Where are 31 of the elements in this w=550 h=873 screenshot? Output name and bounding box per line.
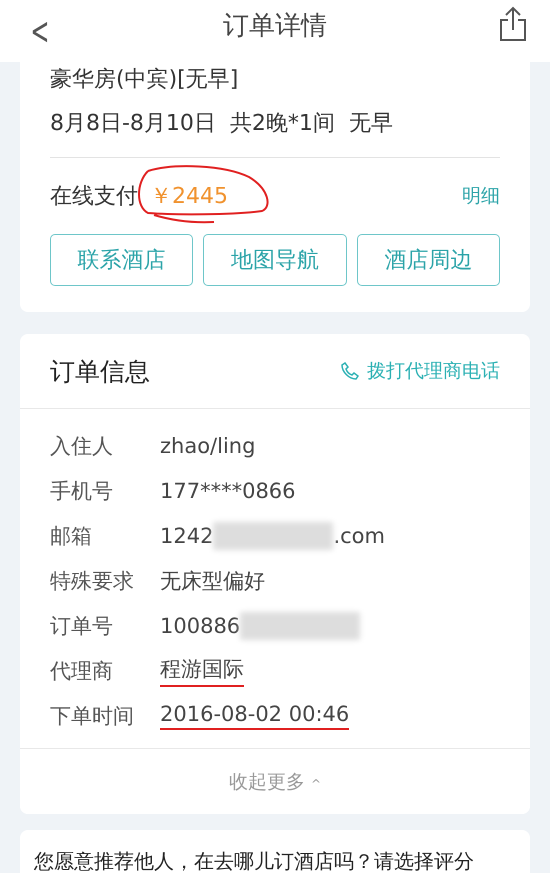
- payment-label: 在线支付: [50, 183, 138, 211]
- field-label: 入住人: [50, 432, 114, 460]
- price: ￥2445: [150, 184, 228, 209]
- collapse-button[interactable]: 收起更多 ^: [20, 748, 530, 814]
- details-link[interactable]: 明细: [462, 183, 500, 209]
- action-button[interactable]: 联系酒店: [50, 234, 194, 286]
- field-value: .com: [333, 524, 385, 548]
- field-label: 特殊要求: [50, 568, 135, 594]
- room-name: 豪华房(中宾)[无早]: [50, 66, 240, 94]
- field-value: zhao/ling: [160, 434, 256, 458]
- field-value: 1242: [160, 524, 214, 548]
- field-value: 100886: [160, 614, 240, 638]
- stay-dates: 8月8日-8月10日 共2晚*1间 无早: [50, 110, 394, 138]
- field-value: 177****0866: [160, 478, 296, 502]
- field-label: 代理商: [50, 658, 114, 684]
- field-value: 程游国际: [160, 654, 244, 686]
- action-button[interactable]: 酒店周边: [356, 234, 500, 286]
- survey-prompt: 您愿意推荐他人，在去哪儿订酒店吗？请选择评分: [34, 848, 475, 873]
- share-icon[interactable]: [498, 6, 528, 42]
- page-title: 订单详情: [223, 10, 327, 43]
- field-label: 邮箱: [50, 522, 93, 550]
- field-label: 订单号: [50, 612, 114, 640]
- section-title: 订单信息: [50, 356, 150, 388]
- call-agent-link[interactable]: 拨打代理商电话: [341, 358, 500, 384]
- field-value: 2016-08-02 00:46: [160, 702, 350, 730]
- back-button[interactable]: <: [30, 9, 50, 53]
- field-label: 手机号: [50, 478, 114, 504]
- field-value: 无床型偏好: [160, 568, 265, 594]
- phone-icon: [341, 362, 359, 380]
- field-label: 下单时间: [50, 702, 135, 730]
- action-button[interactable]: 地图导航: [203, 234, 347, 286]
